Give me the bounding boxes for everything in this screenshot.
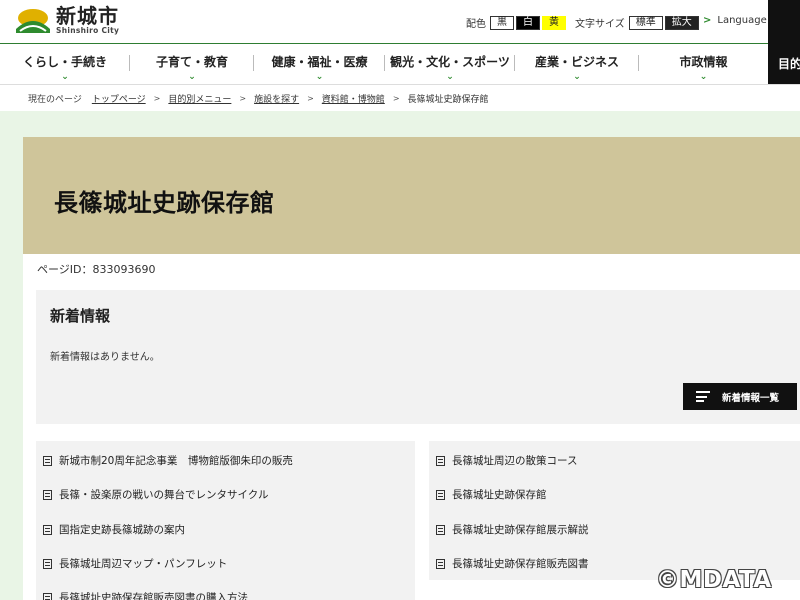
list-item-label: 長篠城址史跡保存館販売図書の購入方法: [59, 592, 248, 600]
chevron-down-icon: ⌄: [188, 72, 196, 82]
list-item-label: 長篠城址史跡保存館販売図書: [452, 558, 589, 570]
chevron-down-icon: ⌄: [699, 72, 708, 82]
nav-item-label: 健康・福祉・医療: [271, 55, 368, 69]
chevron-right-icon: >: [239, 93, 247, 103]
list-item[interactable]: 長篠城址史跡保存館: [436, 487, 547, 502]
color-scheme-label: 配色: [466, 19, 486, 30]
document-icon: [43, 592, 52, 600]
breadcrumb-link-museums[interactable]: 資料館・博物館: [322, 92, 385, 105]
menu-icon: [696, 391, 710, 402]
city-emblem-icon: [14, 7, 52, 35]
purpose-menu-label: 目的: [778, 57, 800, 71]
breadcrumb-link-facilities[interactable]: 施設を探す: [254, 92, 299, 105]
color-yellow-button[interactable]: 黄: [542, 15, 566, 30]
logo-subtitle: Shinshiro City: [56, 26, 120, 35]
nav-item-tourism[interactable]: 観光・文化・スポーツ ⌄: [385, 44, 515, 84]
color-white-button[interactable]: 白: [516, 15, 540, 30]
page-id: ページID：833093690: [37, 263, 156, 276]
chevron-right-icon: >: [307, 93, 314, 103]
nav-item-label: 観光・文化・スポーツ: [390, 55, 510, 69]
chevron-down-icon: ⌄: [61, 72, 69, 82]
link-list-right: 長篠城址周辺の散策コース 長篠城址史跡保存館 長篠城址史跡保存館展示解説 長篠城…: [429, 441, 800, 580]
font-size-label: 文字サイズ: [575, 19, 625, 30]
list-item-label: 長篠城址史跡保存館: [452, 489, 547, 501]
news-empty-text: 新着情報はありません。: [50, 352, 160, 363]
news-section: 新着情報 新着情報はありません。 新着情報一覧: [36, 290, 800, 424]
breadcrumb-here-label: 現在のページ: [28, 94, 82, 105]
document-icon: [436, 558, 445, 569]
color-scheme-switcher: 配色 黒 白 黄: [466, 15, 568, 30]
document-icon: [43, 455, 52, 466]
nav-item-business[interactable]: 産業・ビジネス ⌄: [515, 44, 639, 84]
document-icon: [436, 524, 445, 535]
list-item-label: 新城市制20周年記念事業 博物館版御朱印の販売: [59, 455, 293, 467]
chevron-right-icon: >: [703, 15, 712, 26]
nav-item-childcare[interactable]: 子育て・教育 ⌄: [130, 44, 254, 84]
list-item[interactable]: 長篠城址史跡保存館展示解説: [436, 522, 589, 537]
logo-name: 新城市: [56, 4, 119, 28]
language-label: Language: [717, 15, 767, 26]
chevron-down-icon: ⌄: [573, 72, 581, 82]
news-title: 新着情報: [50, 307, 111, 325]
list-item[interactable]: 長篠城址周辺の散策コース: [436, 453, 577, 468]
title-banner: 長篠城址史跡保存館: [23, 137, 800, 254]
color-black-button[interactable]: 黒: [490, 15, 514, 30]
list-item[interactable]: 長篠城址史跡保存館販売図書の購入方法: [43, 590, 248, 600]
language-link[interactable]: > Language: [703, 15, 767, 26]
nav-item-label: 市政情報: [679, 55, 728, 69]
purpose-menu-button[interactable]: 目的: [768, 0, 800, 84]
document-icon: [436, 455, 445, 466]
breadcrumb: 現在のページ トップページ > 目的別メニュー > 施設を探す > 資料館・博物…: [0, 84, 800, 111]
site-logo[interactable]: 新城市 Shinshiro City: [14, 6, 119, 35]
font-size-large-button[interactable]: 拡大: [664, 15, 699, 30]
document-icon: [43, 524, 52, 535]
news-list-button-label: 新着情報一覧: [722, 392, 780, 404]
list-item-label: 長篠城址周辺の散策コース: [452, 455, 578, 467]
main-content: 長篠城址史跡保存館 ページID：833093690 新着情報 新着情報はありませ…: [23, 137, 800, 600]
nav-item-health[interactable]: 健康・福祉・医療 ⌄: [254, 44, 385, 84]
chevron-down-icon: ⌄: [315, 72, 324, 82]
chevron-right-icon: >: [153, 93, 161, 103]
font-size-switcher: 文字サイズ 標準 拡大: [575, 15, 701, 30]
breadcrumb-link-top[interactable]: トップページ: [92, 92, 146, 105]
list-item[interactable]: 長篠・設楽原の戦いの舞台でレンタサイクル: [43, 487, 268, 502]
document-icon: [43, 558, 52, 569]
list-item-label: 長篠城址史跡保存館展示解説: [452, 524, 589, 536]
breadcrumb-current: 長篠城址史跡保存館: [407, 94, 489, 105]
document-icon: [43, 489, 52, 500]
nav-item-label: 子育て・教育: [155, 55, 228, 69]
global-nav: くらし・手続き ⌄ 子育て・教育 ⌄ 健康・福祉・医療 ⌄ 観光・文化・スポーツ…: [0, 43, 768, 84]
breadcrumb-link-purpose[interactable]: 目的別メニュー: [168, 92, 231, 105]
list-item[interactable]: 長篠城址史跡保存館販売図書: [436, 556, 589, 571]
news-list-button[interactable]: 新着情報一覧: [683, 383, 797, 410]
nav-item-label: くらし・手続き: [22, 55, 107, 69]
copyright-watermark: ©MDATA: [656, 567, 772, 593]
page-title: 長篠城址史跡保存館: [54, 189, 275, 217]
list-item-label: 長篠城址周辺マップ・パンフレット: [59, 558, 228, 570]
list-item[interactable]: 長篠城址周辺マップ・パンフレット: [43, 556, 227, 571]
chevron-right-icon: >: [392, 93, 400, 103]
font-size-standard-button[interactable]: 標準: [628, 15, 663, 30]
list-item-label: 国指定史跡長篠城跡の案内: [59, 524, 185, 536]
nav-item-government[interactable]: 市政情報 ⌄: [639, 44, 768, 84]
site-header: 新城市 Shinshiro City 配色 黒 白 黄 文字サイズ 標準 拡大 …: [0, 0, 800, 43]
list-item-label: 長篠・設楽原の戦いの舞台でレンタサイクル: [59, 489, 269, 501]
nav-item-living[interactable]: くらし・手続き ⌄: [0, 44, 130, 84]
chevron-down-icon: ⌄: [446, 72, 454, 82]
document-icon: [436, 489, 445, 500]
nav-item-label: 産業・ビジネス: [534, 55, 619, 69]
link-list-left: 新城市制20周年記念事業 博物館版御朱印の販売 長篠・設楽原の戦いの舞台でレンタ…: [36, 441, 415, 600]
list-item[interactable]: 新城市制20周年記念事業 博物館版御朱印の販売: [43, 453, 293, 468]
list-item[interactable]: 国指定史跡長篠城跡の案内: [43, 522, 185, 537]
